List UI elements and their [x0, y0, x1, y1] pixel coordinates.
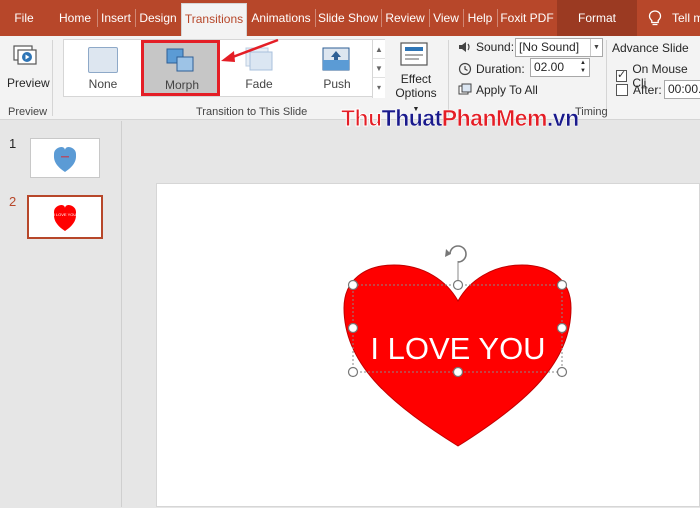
- gallery-scroll-up-icon[interactable]: ▲: [373, 40, 385, 59]
- ribbon-tab-bar: File Home Insert Design Transitions Anim…: [0, 0, 700, 36]
- gallery-scroll: ▲ ▼ ▾: [372, 40, 385, 98]
- gallery-scroll-down-icon[interactable]: ▼: [373, 59, 385, 78]
- transition-push[interactable]: Push: [298, 40, 376, 96]
- lightbulb-icon[interactable]: [646, 9, 664, 27]
- preview-label: Preview: [7, 76, 50, 90]
- heart-text[interactable]: I LOVE YOU: [370, 331, 545, 366]
- slide-thumbnail-1[interactable]: [30, 138, 100, 178]
- tab-animations[interactable]: Animations: [248, 0, 314, 36]
- effect-options-button[interactable]: Effect Options ▼: [391, 39, 441, 113]
- transition-group-label: Transition to This Slide: [196, 106, 308, 118]
- tab-help[interactable]: Help: [464, 0, 496, 36]
- apply-to-all-label: Apply To All: [476, 83, 538, 97]
- after-time-value: 00:00.: [668, 82, 700, 96]
- none-transition-icon: [88, 47, 118, 73]
- chevron-down-icon[interactable]: ▼: [590, 39, 602, 56]
- spin-up-icon[interactable]: ▲: [577, 59, 589, 67]
- watermark-part1: Thu: [341, 105, 383, 132]
- tab-transitions[interactable]: Transitions: [181, 3, 247, 36]
- after-label: After:: [633, 83, 662, 97]
- resize-handle[interactable]: [347, 279, 359, 291]
- effect-options-label-line2: Options: [395, 86, 437, 100]
- rotate-handle-icon[interactable]: [445, 245, 467, 263]
- tab-view[interactable]: View: [430, 0, 462, 36]
- slide-number-1: 1: [9, 136, 17, 151]
- resize-handle[interactable]: [347, 322, 359, 334]
- resize-handle[interactable]: [556, 366, 568, 378]
- heart-shape[interactable]: I LOVE YOU: [157, 184, 700, 508]
- speaker-icon: [459, 42, 470, 52]
- slide-thumbnail-2[interactable]: I LOVE YOU: [27, 195, 103, 239]
- transition-push-label: Push: [323, 77, 351, 91]
- slides-thumbnail-pane: 1 2 I LOVE YOU: [0, 121, 122, 507]
- sound-select[interactable]: [No Sound] ▼: [515, 38, 603, 57]
- sound-label: Sound:: [476, 40, 515, 54]
- effect-options-icon: [400, 42, 428, 66]
- after-row[interactable]: After:: [616, 83, 662, 97]
- morph-highlight-box: [141, 40, 220, 96]
- duration-value: 02.00: [534, 60, 565, 74]
- tab-home[interactable]: Home: [54, 0, 96, 36]
- tab-file[interactable]: File: [4, 0, 44, 36]
- tell-me-search[interactable]: Tell m: [672, 0, 700, 36]
- duration-label: Duration:: [476, 62, 525, 76]
- push-transition-icon: [322, 47, 350, 71]
- preview-group-label: Preview: [8, 106, 48, 118]
- heart-thumbnail-icon: I LOVE YOU: [54, 205, 77, 231]
- sound-row: Sound:: [458, 40, 514, 54]
- apply-all-icon: [458, 83, 472, 95]
- slide-number-2: 2: [9, 194, 17, 209]
- heart-thumbnail-icon: [53, 147, 77, 172]
- spin-down-icon[interactable]: ▼: [577, 67, 589, 75]
- apply-to-all-button[interactable]: Apply To All: [458, 83, 538, 97]
- preview-button[interactable]: Preview: [4, 40, 50, 96]
- tab-review[interactable]: Review: [382, 0, 428, 36]
- group-divider: [52, 40, 53, 116]
- resize-handle[interactable]: [452, 279, 464, 291]
- resize-handle[interactable]: [347, 366, 359, 378]
- clock-icon: [458, 62, 472, 76]
- annotation-arrow-icon: [221, 38, 279, 62]
- duration-stepper[interactable]: 02.00 ▲ ▼: [530, 58, 590, 77]
- duration-row: Duration:: [458, 62, 525, 76]
- tab-insert[interactable]: Insert: [98, 0, 134, 36]
- transition-none[interactable]: None: [64, 40, 142, 96]
- transition-fade-label: Fade: [245, 77, 273, 91]
- after-checkbox[interactable]: [616, 84, 628, 96]
- resize-handle[interactable]: [452, 366, 464, 378]
- tab-format[interactable]: Format: [557, 0, 637, 36]
- transition-none-label: None: [88, 77, 118, 91]
- watermark: ThuThuatPhanMem.vn: [341, 105, 580, 132]
- advance-slide-label: Advance Slide: [612, 41, 689, 55]
- watermark-part2: Thuat: [381, 105, 442, 132]
- sound-select-value: [No Sound]: [519, 40, 580, 54]
- tab-design[interactable]: Design: [136, 0, 180, 36]
- spin-arrows[interactable]: ▲ ▼: [577, 59, 589, 76]
- slide-canvas: I LOVE YOU: [156, 183, 700, 507]
- watermark-part3: PhanMem: [441, 105, 548, 132]
- thumb-heart-text: I LOVE YOU: [54, 212, 77, 217]
- on-mouse-click-checkbox[interactable]: [616, 68, 628, 82]
- timing-group-label: Timing: [575, 106, 608, 118]
- effect-options-label-line1: Effect: [400, 72, 432, 86]
- tab-slide-show[interactable]: Slide Show: [316, 0, 380, 36]
- group-divider: [606, 40, 607, 116]
- resize-handle[interactable]: [556, 279, 568, 291]
- watermark-part4: .vn: [546, 105, 580, 132]
- gallery-more-icon[interactable]: ▾: [373, 78, 385, 97]
- preview-icon: [13, 45, 37, 65]
- after-time-input[interactable]: 00:00.: [664, 80, 700, 99]
- tab-foxit-pdf[interactable]: Foxit PDF: [498, 0, 556, 36]
- resize-handle[interactable]: [556, 322, 568, 334]
